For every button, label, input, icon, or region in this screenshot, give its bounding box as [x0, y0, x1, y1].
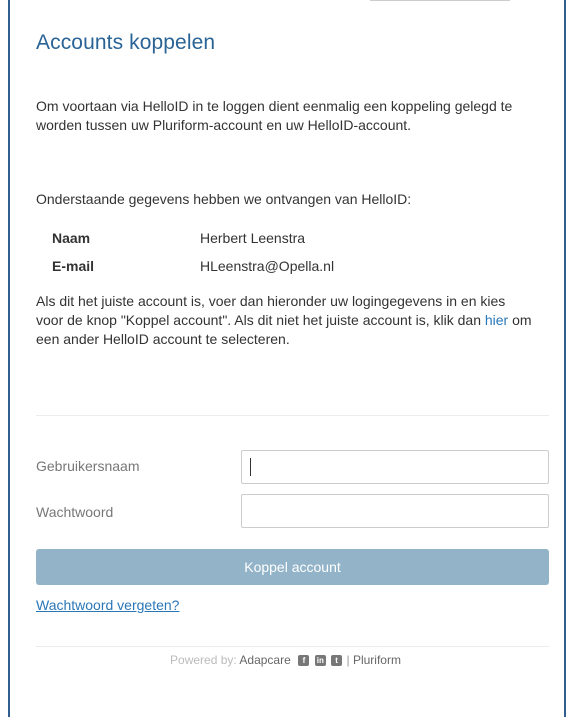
- name-value: Herbert Leenstra: [200, 230, 306, 246]
- link-account-button[interactable]: Koppel account: [36, 549, 549, 585]
- username-input[interactable]: [241, 450, 549, 484]
- received-text: Onderstaande gegevens hebben we ontvange…: [36, 191, 412, 207]
- instructions-text-before: Als dit het juiste account is, voer dan …: [36, 293, 506, 328]
- powered-by-label: Powered by:: [170, 653, 237, 667]
- select-other-account-link[interactable]: hier: [485, 312, 508, 328]
- twitter-icon[interactable]: t: [331, 655, 343, 667]
- intro-text: Om voortaan via HelloID in te loggen die…: [36, 98, 513, 133]
- top-edge-line: [370, 0, 510, 1]
- forgot-password-link[interactable]: Wachtwoord vergeten?: [36, 597, 179, 613]
- footer: Powered by: Adapcare f in t | Pluriform: [0, 652, 571, 668]
- email-label: E-mail: [52, 258, 95, 274]
- password-input[interactable]: [241, 494, 549, 528]
- name-label: Naam: [52, 230, 91, 246]
- instructions-text: Als dit het juiste account is, voer dan …: [36, 292, 536, 349]
- facebook-icon[interactable]: f: [298, 655, 310, 667]
- text-cursor: [250, 458, 251, 476]
- footer-divider: [36, 646, 549, 647]
- email-value: HLeenstra@Opella.nl: [200, 258, 335, 274]
- partner-name: Pluriform: [352, 653, 401, 667]
- linkedin-icon[interactable]: in: [314, 655, 326, 667]
- divider: [36, 415, 549, 416]
- password-label: Wachtwoord: [36, 504, 114, 520]
- page-title: Accounts koppelen: [36, 31, 216, 54]
- footer-separator: |: [346, 653, 350, 667]
- brand-name: Adapcare: [239, 653, 291, 667]
- username-label: Gebruikersnaam: [36, 458, 140, 474]
